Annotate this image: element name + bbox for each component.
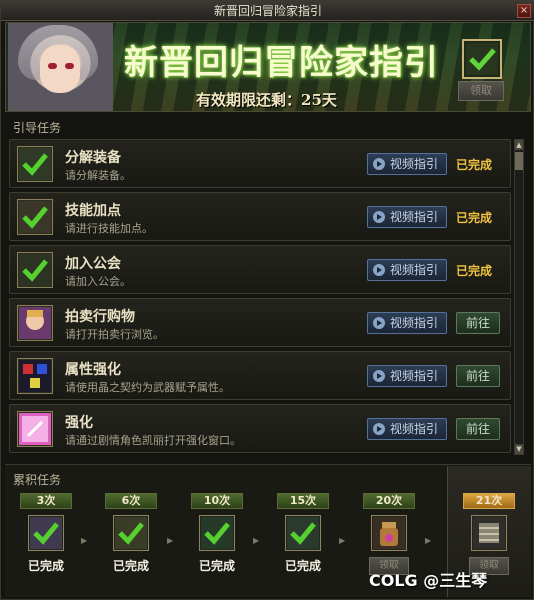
milestone-count: 20次: [363, 493, 415, 509]
close-button[interactable]: ×: [517, 4, 531, 18]
video-guide-button[interactable]: 视频指引: [367, 206, 447, 228]
banner-title: 新晋回归冒险家指引: [124, 43, 439, 83]
milestone-count: 6次: [105, 493, 157, 509]
task-name: 强化: [65, 415, 93, 431]
task-desc: 请进行技能加点。: [65, 222, 153, 235]
arrow-icon: ▶: [253, 536, 260, 545]
task-desc: 请打开拍卖行浏览。: [65, 328, 164, 341]
play-icon: [373, 158, 385, 170]
task-row: 分解装备 请分解装备。 视频指引 已完成: [9, 139, 511, 188]
auction-icon: [17, 305, 53, 341]
video-guide-button[interactable]: 视频指引: [367, 418, 447, 440]
play-icon: [373, 264, 385, 276]
task-desc: 请通过剧情角色凯丽打开强化窗口。: [65, 434, 241, 447]
check-icon: [17, 199, 53, 235]
milestone: 21次 领取: [463, 493, 515, 575]
video-guide-button[interactable]: 视频指引: [367, 153, 447, 175]
task-name: 加入公会: [65, 256, 121, 272]
watermark: COLG @三生琴: [369, 571, 488, 590]
arrow-icon: ▶: [425, 536, 432, 545]
milestone-status: 已完成: [284, 559, 321, 573]
check-icon: [17, 252, 53, 288]
go-button[interactable]: 前往: [456, 365, 500, 387]
play-icon: [373, 370, 385, 382]
task-row: 属性强化 请使用晶之契约为武器赋予属性。 视频指引 前往: [9, 351, 511, 400]
cumulative-section-label: 累积任务: [13, 473, 62, 487]
milestone-reward-icon: [285, 515, 321, 551]
milestone: 10次 已完成: [191, 493, 243, 574]
milestone-count: 21次: [463, 493, 515, 509]
reward-icon: [462, 39, 502, 79]
task-row: 拍卖行购物 请打开拍卖行浏览。 视频指引 前往: [9, 298, 511, 347]
video-guide-button[interactable]: 视频指引: [367, 259, 447, 281]
milestone: 15次 已完成: [277, 493, 329, 574]
scroll-thumb[interactable]: [515, 152, 523, 170]
character-portrait: [8, 23, 113, 111]
task-desc: 请加入公会。: [65, 275, 131, 288]
milestone-reward-icon: [113, 515, 149, 551]
scroll-up-icon[interactable]: ▲: [515, 140, 523, 150]
guide-window: 新晋回归冒险家指引 × 新晋回归冒险家指引 有效期限还剩：25天 领取 引导任务…: [0, 0, 534, 600]
check-icon: [17, 146, 53, 182]
play-icon: [373, 317, 385, 329]
milestone-reward-icon: [199, 515, 235, 551]
crystal-icon: [17, 358, 53, 394]
milestone-count: 3次: [20, 493, 72, 509]
task-list-scrollbar[interactable]: ▲ ▼: [514, 139, 524, 455]
play-icon: [373, 423, 385, 435]
task-status: 已完成: [456, 158, 493, 172]
task-desc: 请分解装备。: [65, 169, 131, 182]
video-guide-button[interactable]: 视频指引: [367, 365, 447, 387]
banner-claim-button[interactable]: 领取: [458, 81, 504, 101]
task-row: 加入公会 请加入公会。 视频指引 已完成: [9, 245, 511, 294]
milestone-status: 已完成: [198, 559, 235, 573]
task-status: 已完成: [456, 264, 493, 278]
guide-task-list: 分解装备 请分解装备。 视频指引 已完成 技能加点 请进行技能加点。 视频指引 …: [9, 139, 513, 455]
go-button[interactable]: 前往: [456, 418, 500, 440]
milestone-count: 15次: [277, 493, 329, 509]
milestone: 3次 已完成: [20, 493, 72, 574]
validity-text: 有效期限还剩：25天: [196, 91, 337, 109]
banner: 新晋回归冒险家指引 有效期限还剩：25天 领取: [5, 22, 531, 112]
milestone-count: 10次: [191, 493, 243, 509]
milestone: 20次 领取: [363, 493, 415, 575]
task-status: 已完成: [456, 211, 493, 225]
task-row: 技能加点 请进行技能加点。 视频指引 已完成: [9, 192, 511, 241]
task-row: 强化 请通过剧情角色凯丽打开强化窗口。 视频指引 前往: [9, 404, 511, 453]
arrow-icon: ▶: [339, 536, 346, 545]
arrow-icon: ▶: [81, 536, 88, 545]
task-desc: 请使用晶之契约为武器赋予属性。: [65, 381, 230, 394]
go-button[interactable]: 前往: [456, 312, 500, 334]
task-name: 分解装备: [65, 150, 121, 166]
video-guide-button[interactable]: 视频指引: [367, 312, 447, 334]
arrow-icon: ▶: [167, 536, 174, 545]
milestone-status: 已完成: [27, 559, 64, 573]
potion-icon: [371, 515, 407, 551]
enhance-icon: [17, 411, 53, 447]
armor-icon: [471, 515, 507, 551]
milestone-status: 已完成: [112, 559, 149, 573]
scroll-down-icon[interactable]: ▼: [515, 444, 523, 454]
milestone: 6次 已完成: [105, 493, 157, 574]
title-bar: 新晋回归冒险家指引 ×: [1, 1, 534, 21]
task-name: 技能加点: [65, 203, 121, 219]
milestone-reward-icon: [28, 515, 64, 551]
guide-section-label: 引导任务: [13, 121, 62, 135]
window-title: 新晋回归冒险家指引: [213, 4, 322, 18]
task-name: 拍卖行购物: [65, 309, 135, 325]
task-name: 属性强化: [65, 362, 121, 378]
play-icon: [373, 211, 385, 223]
